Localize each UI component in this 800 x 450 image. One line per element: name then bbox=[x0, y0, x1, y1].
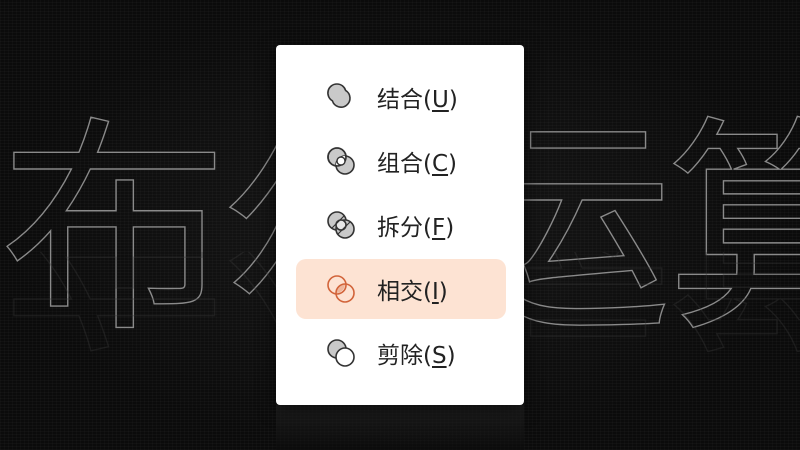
menu-item-label: 拆分(F) bbox=[377, 215, 455, 241]
intersect-icon bbox=[324, 272, 358, 306]
menu-item-intersect[interactable]: 相交(I) bbox=[296, 259, 506, 319]
menu-item-fragment[interactable]: 拆分(F) bbox=[296, 195, 506, 255]
menu-item-label: 相交(I) bbox=[377, 279, 448, 305]
menu-item-label: 结合(U) bbox=[377, 87, 458, 113]
boolean-operations-menu: 结合(U) 组合(C) 拆分(F) 相交(I) 剪除(S) bbox=[276, 45, 524, 405]
menu-item-label: 剪除(S) bbox=[377, 343, 456, 369]
menu-item-label: 组合(C) bbox=[377, 151, 458, 177]
menu-item-subtract[interactable]: 剪除(S) bbox=[296, 323, 506, 383]
union-icon bbox=[324, 80, 358, 114]
combine-icon bbox=[324, 144, 358, 178]
menu-reflection bbox=[276, 405, 524, 450]
bg-reflect-char-1: 布 bbox=[0, 252, 223, 352]
fragment-icon bbox=[324, 208, 358, 242]
bg-reflect-char-4: 算 bbox=[665, 252, 800, 352]
menu-item-union[interactable]: 结合(U) bbox=[296, 67, 506, 127]
menu-item-combine[interactable]: 组合(C) bbox=[296, 131, 506, 191]
subtract-icon bbox=[324, 336, 358, 370]
